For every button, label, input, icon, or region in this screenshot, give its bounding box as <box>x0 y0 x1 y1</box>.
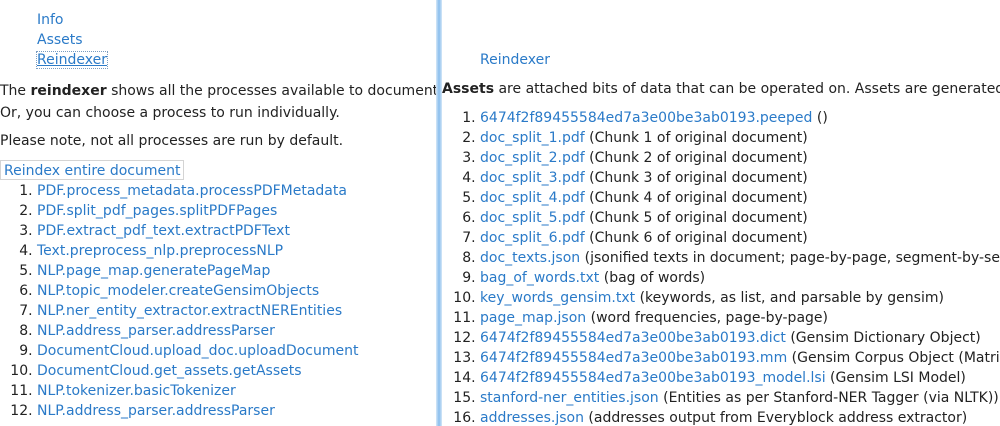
list-item: DocumentCloud.upload_doc.uploadDocument <box>37 341 358 361</box>
list-item: bag_of_words.txt (bag of words) <box>480 268 1000 288</box>
page: Info Assets Reindexer The reindexer show… <box>0 0 1000 426</box>
list-item: doc_split_1.pdf (Chunk 1 of original doc… <box>480 128 1000 148</box>
asset-desc: (bag of words) <box>599 270 706 286</box>
process-link[interactable]: DocumentCloud.upload_doc.uploadDocument <box>37 343 358 359</box>
asset-desc: (Chunk 1 of original document) <box>584 130 808 146</box>
list-item: PDF.process_metadata.processPDFMetadata <box>37 181 358 201</box>
list-item: PDF.split_pdf_pages.splitPDFPages <box>37 201 358 221</box>
asset-link[interactable]: 6474f2f89455584ed7a3e00be3ab0193_model.l… <box>480 370 826 386</box>
asset-link[interactable]: doc_split_4.pdf <box>480 190 585 206</box>
asset-link[interactable]: doc_split_3.pdf <box>480 170 585 186</box>
asset-desc: (Chunk 5 of original document) <box>584 210 808 226</box>
list-item: doc_split_3.pdf (Chunk 3 of original doc… <box>480 168 1000 188</box>
list-item: Text.preprocess_nlp.preprocessNLP <box>37 241 358 261</box>
asset-link[interactable]: page_map.json <box>480 310 586 326</box>
asset-desc: (Chunk 2 of original document) <box>584 150 808 166</box>
tab-info[interactable]: Info <box>37 12 64 28</box>
list-item: 6474f2f89455584ed7a3e00be3ab0193.dict (G… <box>480 328 1000 348</box>
list-item: NLP.tokenizer.basicTokenizer <box>37 381 358 401</box>
process-link[interactable]: NLP.tokenizer.basicTokenizer <box>37 383 236 399</box>
process-link[interactable]: PDF.split_pdf_pages.splitPDFPages <box>37 203 277 219</box>
list-item: 6474f2f89455584ed7a3e00be3ab0193.peeped … <box>480 108 1000 128</box>
asset-desc: (jsonified texts in document; page-by-pa… <box>584 250 1000 266</box>
list-item: doc_split_5.pdf (Chunk 5 of original doc… <box>480 208 1000 228</box>
asset-link[interactable]: 6474f2f89455584ed7a3e00be3ab0193.mm <box>480 350 787 366</box>
asset-link[interactable]: 6474f2f89455584ed7a3e00be3ab0193.peeped <box>480 110 812 126</box>
asset-desc: () <box>812 110 828 126</box>
list-item: NLP.topic_modeler.createGensimObjects <box>37 281 358 301</box>
tab-reindexer[interactable]: Reindexer <box>36 51 108 69</box>
asset-desc: (word frequencies, page-by-page) <box>586 310 828 326</box>
list-item: 6474f2f89455584ed7a3e00be3ab0193_model.l… <box>480 368 1000 388</box>
process-link[interactable]: Text.preprocess_nlp.preprocessNLP <box>37 243 283 259</box>
asset-desc: (Chunk 6 of original document) <box>584 230 808 246</box>
asset-link[interactable]: 6474f2f89455584ed7a3e00be3ab0193.dict <box>480 330 786 346</box>
asset-link[interactable]: doc_split_1.pdf <box>480 130 585 146</box>
list-item: doc_texts.json (jsonified texts in docum… <box>480 248 1000 268</box>
intro-line-2: Or, you can choose a process to run indi… <box>0 105 340 121</box>
asset-desc: (Gensim LSI Model) <box>825 370 966 386</box>
reindexer-intro: The reindexer shows all the processes av… <box>0 80 436 124</box>
assets-panel: Reindexer Assets are attached bits of da… <box>442 0 1000 426</box>
asset-desc: (Chunk 4 of original document) <box>584 190 808 206</box>
intro-line-1: The reindexer shows all the processes av… <box>0 80 436 102</box>
intro-bold: reindexer <box>30 83 107 99</box>
process-list: PDF.process_metadata.processPDFMetadata … <box>0 181 358 421</box>
assets-intro: Assets are attached bits of data that ca… <box>442 78 1000 100</box>
list-item: key_words_gensim.txt (keywords, as list,… <box>480 288 1000 308</box>
process-link[interactable]: NLP.page_map.generatePageMap <box>37 263 270 279</box>
asset-desc: (keywords, as list, and parsable by gens… <box>635 290 944 306</box>
process-link[interactable]: NLP.topic_modeler.createGensimObjects <box>37 283 319 299</box>
reindexer-link[interactable]: Reindexer <box>480 50 550 70</box>
tab-nav: Info Assets Reindexer <box>36 10 108 70</box>
asset-link[interactable]: stanford-ner_entities.json <box>480 390 659 406</box>
asset-list: 6474f2f89455584ed7a3e00be3ab0193.peeped … <box>442 108 1000 426</box>
list-item: page_map.json (word frequencies, page-by… <box>480 308 1000 328</box>
list-item: PDF.extract_pdf_text.extractPDFText <box>37 221 358 241</box>
asset-link[interactable]: doc_texts.json <box>480 250 580 266</box>
process-link[interactable]: NLP.address_parser.addressParser <box>37 323 275 339</box>
asset-desc: (addresses output from Everyblock addres… <box>583 410 968 426</box>
asset-link[interactable]: addresses.json <box>480 410 584 426</box>
asset-desc: (Gensim Corpus Object (Matrix)) <box>787 350 1000 366</box>
asset-link[interactable]: doc_split_6.pdf <box>480 230 585 246</box>
asset-link[interactable]: key_words_gensim.txt <box>480 290 635 306</box>
reindex-entire-document-button[interactable]: Reindex entire document <box>0 160 185 180</box>
list-item: NLP.page_map.generatePageMap <box>37 261 358 281</box>
list-item: doc_split_2.pdf (Chunk 2 of original doc… <box>480 148 1000 168</box>
process-link[interactable]: NLP.ner_entity_extractor.extractNEREntit… <box>37 303 342 319</box>
list-item: stanford-ner_entities.json (Entities as … <box>480 388 1000 408</box>
list-item: addresses.json (addresses output from Ev… <box>480 408 1000 426</box>
list-item: DocumentCloud.get_assets.getAssets <box>37 361 358 381</box>
asset-desc: (Gensim Dictionary Object) <box>785 330 981 346</box>
process-link[interactable]: PDF.process_metadata.processPDFMetadata <box>37 183 347 199</box>
list-item: NLP.ner_entity_extractor.extractNEREntit… <box>37 301 358 321</box>
list-item: NLP.address_parser.addressParser <box>37 321 358 341</box>
list-item: 6474f2f89455584ed7a3e00be3ab0193.mm (Gen… <box>480 348 1000 368</box>
asset-link[interactable]: doc_split_2.pdf <box>480 150 585 166</box>
intro-post: shows all the processes available to doc… <box>111 83 436 99</box>
asset-desc: (Entities as per Stanford-NER Tagger (vi… <box>658 390 999 406</box>
asset-link[interactable]: bag_of_words.txt <box>480 270 599 286</box>
reindexer-panel: Info Assets Reindexer The reindexer show… <box>0 0 436 426</box>
list-item: NLP.address_parser.addressParser <box>37 401 358 421</box>
list-item: doc_split_6.pdf (Chunk 6 of original doc… <box>480 228 1000 248</box>
process-note: Please note, not all processes are run b… <box>0 133 344 149</box>
assets-intro-bold: Assets <box>442 81 495 97</box>
asset-desc: (Chunk 3 of original document) <box>584 170 808 186</box>
assets-intro-text: are attached bits of data that can be op… <box>498 81 1000 97</box>
process-link[interactable]: NLP.address_parser.addressParser <box>37 403 275 419</box>
tab-assets[interactable]: Assets <box>37 32 83 48</box>
intro-pre: The <box>0 83 31 99</box>
process-link[interactable]: DocumentCloud.get_assets.getAssets <box>37 363 302 379</box>
list-item: doc_split_4.pdf (Chunk 4 of original doc… <box>480 188 1000 208</box>
process-link[interactable]: PDF.extract_pdf_text.extractPDFText <box>37 223 290 239</box>
asset-link[interactable]: doc_split_5.pdf <box>480 210 585 226</box>
